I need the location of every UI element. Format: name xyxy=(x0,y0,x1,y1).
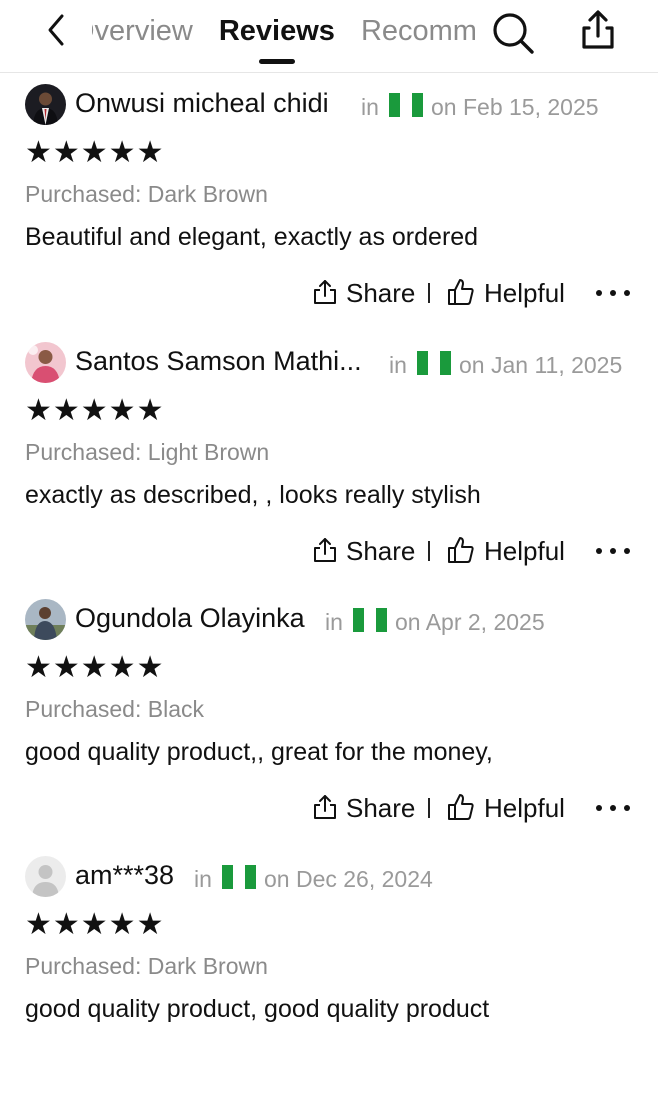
star-rating: ★★★★★ xyxy=(25,136,165,169)
share-page-button[interactable] xyxy=(574,6,622,54)
tab-recommended-label: Recommended xyxy=(360,15,476,47)
reviewer-name[interactable]: Onwusi micheal chidi xyxy=(75,88,329,119)
review-actions: Share Helpful xyxy=(0,789,658,829)
reviewer-name[interactable]: am***38 xyxy=(75,860,174,891)
review-date: on Jan 11, 2025 xyxy=(459,352,623,378)
helpful-label: Helpful xyxy=(484,278,565,308)
search-icon xyxy=(493,13,534,54)
helpful-label: Helpful xyxy=(484,793,565,823)
share-icon xyxy=(582,10,614,49)
review-text: exactly as described, , looks really sty… xyxy=(25,481,481,509)
review-text: good quality product, good quality produ… xyxy=(25,995,490,1023)
tab-overview-label: Overview xyxy=(92,15,193,47)
search-button[interactable] xyxy=(488,8,536,56)
thumbs-up-icon xyxy=(448,794,474,820)
review-text: Beautiful and elegant, exactly as ordere… xyxy=(25,223,479,251)
share-icon xyxy=(314,280,336,304)
review-item: am***38 in on Dec 26, 2024 ★★★★★ Purchas… xyxy=(0,846,658,1104)
thumbs-up-icon xyxy=(448,279,474,305)
purchased-variant: Purchased: Black xyxy=(25,696,204,722)
share-icon xyxy=(314,795,336,819)
country-prefix: in xyxy=(194,866,212,892)
share-label: Share xyxy=(346,793,416,823)
country-prefix: in xyxy=(325,609,343,635)
nigeria-flag-icon xyxy=(222,865,256,889)
nigeria-flag-icon xyxy=(417,351,451,375)
top-nav-bar: Overview Reviews Recommended xyxy=(0,0,658,73)
tab-reviews[interactable]: Reviews xyxy=(219,0,335,72)
thumbs-up-icon xyxy=(448,537,474,563)
star-rating: ★★★★★ xyxy=(25,651,165,684)
star-rating: ★★★★★ xyxy=(25,394,165,427)
review-item: Onwusi micheal chidi in on Feb 15, 2025 … xyxy=(0,74,658,332)
review-actions: Share Helpful xyxy=(0,274,658,314)
share-icon xyxy=(314,538,336,562)
tab-overview[interactable]: Overview xyxy=(92,0,193,72)
review-item: Santos Samson Mathi... in on Jan 11, 202… xyxy=(0,332,658,590)
avatar[interactable] xyxy=(25,599,66,640)
review-text: good quality product,, great for the mon… xyxy=(25,738,493,766)
purchased-variant: Purchased: Dark Brown xyxy=(25,181,268,207)
action-divider xyxy=(428,283,430,303)
share-label: Share xyxy=(346,536,416,566)
nigeria-flag-icon xyxy=(353,608,387,632)
purchased-variant: Purchased: Light Brown xyxy=(25,439,270,465)
more-options-button[interactable] xyxy=(592,278,636,306)
review-date: on Apr 2, 2025 xyxy=(395,609,545,635)
country-prefix: in xyxy=(389,352,407,378)
review-actions: Share Helpful xyxy=(0,532,658,572)
active-tab-indicator xyxy=(258,59,295,64)
purchased-variant: Purchased: Dark Brown xyxy=(25,953,268,979)
country-prefix: in xyxy=(361,94,379,120)
review-date: on Dec 26, 2024 xyxy=(264,866,433,892)
helpful-label: Helpful xyxy=(484,536,565,566)
avatar[interactable] xyxy=(25,342,66,383)
default-avatar-icon xyxy=(25,856,66,897)
action-divider xyxy=(428,541,430,561)
reviewer-name[interactable]: Ogundola Olayinka xyxy=(75,603,305,634)
share-label: Share xyxy=(346,278,416,308)
avatar[interactable] xyxy=(25,856,66,897)
tab-recommended[interactable]: Recommended xyxy=(361,0,476,72)
reviewer-name[interactable]: Santos Samson Mathi... xyxy=(75,346,362,377)
back-button[interactable] xyxy=(40,12,76,48)
tab-reviews-label: Reviews xyxy=(218,15,335,47)
action-divider xyxy=(428,798,430,818)
tab-strip: Overview Reviews Recommended xyxy=(92,0,476,72)
review-item: Ogundola Olayinka in on Apr 2, 2025 ★★★★… xyxy=(0,589,658,847)
more-options-button[interactable] xyxy=(592,793,636,821)
more-options-button[interactable] xyxy=(592,536,636,564)
review-date: on Feb 15, 2025 xyxy=(431,94,599,120)
avatar[interactable] xyxy=(25,84,66,125)
nigeria-flag-icon xyxy=(389,93,423,117)
chevron-left-icon xyxy=(48,14,64,46)
star-rating: ★★★★★ xyxy=(25,908,165,941)
